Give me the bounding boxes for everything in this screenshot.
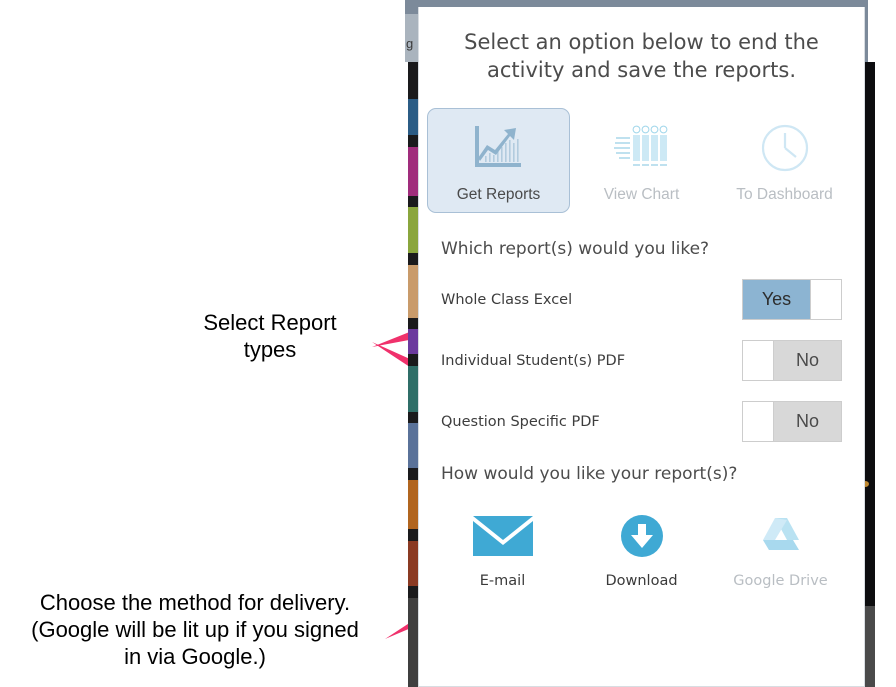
toggle-knob bbox=[810, 280, 841, 320]
dialog-title: Select an option below to end the activi… bbox=[464, 30, 819, 82]
question-which-reports: Which report(s) would you like? bbox=[441, 239, 710, 260]
option-tile-to-dashboard[interactable]: To Dashboard bbox=[713, 108, 856, 213]
annotation-select-report-types: Select Report types bbox=[203, 310, 337, 362]
delivery-method-label: Google Drive bbox=[733, 573, 828, 590]
toggle-knob bbox=[743, 341, 774, 381]
toggle-individual-student-pdf[interactable]: No bbox=[742, 340, 842, 382]
toggle-value: Yes bbox=[743, 280, 810, 320]
envelope-icon bbox=[472, 510, 534, 562]
line-chart-growth-icon bbox=[472, 119, 526, 177]
report-dialog: Select an option below to end the activi… bbox=[418, 7, 865, 687]
option-tile-label: View Chart bbox=[603, 186, 680, 204]
toggle-value: No bbox=[774, 402, 841, 442]
question-how-delivery: How would you like your report(s)? bbox=[441, 464, 738, 485]
toggle-value: No bbox=[774, 341, 841, 381]
delivery-methods-group: E-mail Download Google Drive bbox=[419, 510, 864, 589]
delivery-method-label: E-mail bbox=[479, 573, 526, 590]
google-drive-icon bbox=[758, 510, 804, 562]
bar-chart-table-icon bbox=[613, 119, 670, 177]
toggle-label: Whole Class Excel bbox=[441, 291, 573, 308]
toggle-whole-class-excel[interactable]: Yes bbox=[742, 279, 842, 321]
toggle-label: Individual Student(s) PDF bbox=[441, 352, 626, 369]
option-tile-label: Get Reports bbox=[456, 186, 541, 204]
toggle-knob bbox=[743, 402, 774, 442]
toggle-question-specific-pdf[interactable]: No bbox=[742, 401, 842, 443]
download-icon bbox=[620, 510, 664, 562]
delivery-method-google-drive[interactable]: Google Drive bbox=[711, 510, 850, 589]
toggle-row-whole-class-excel: Whole Class Excel Yes bbox=[441, 279, 842, 321]
annotation-choose-delivery: Choose the method for delivery. (Google … bbox=[31, 590, 359, 669]
clipped-text-fragment: g bbox=[406, 36, 413, 51]
toggle-label: Question Specific PDF bbox=[441, 413, 600, 430]
option-tile-get-reports[interactable]: Get Reports bbox=[427, 108, 570, 214]
delivery-method-label: Download bbox=[605, 573, 678, 590]
option-tile-label: To Dashboard bbox=[736, 186, 833, 204]
app-frame: g Select an option below to end the acti… bbox=[405, 0, 875, 687]
option-tile-view-chart[interactable]: View Chart bbox=[570, 108, 713, 213]
toggle-row-question-specific-pdf: Question Specific PDF No bbox=[441, 401, 842, 443]
toggle-row-individual-student-pdf: Individual Student(s) PDF No bbox=[441, 340, 842, 382]
clock-icon bbox=[759, 119, 811, 177]
delivery-method-download[interactable]: Download bbox=[572, 510, 711, 589]
delivery-method-email[interactable]: E-mail bbox=[433, 510, 572, 589]
option-tiles-group: Get Reports View Chart To Dashboard bbox=[419, 108, 864, 214]
